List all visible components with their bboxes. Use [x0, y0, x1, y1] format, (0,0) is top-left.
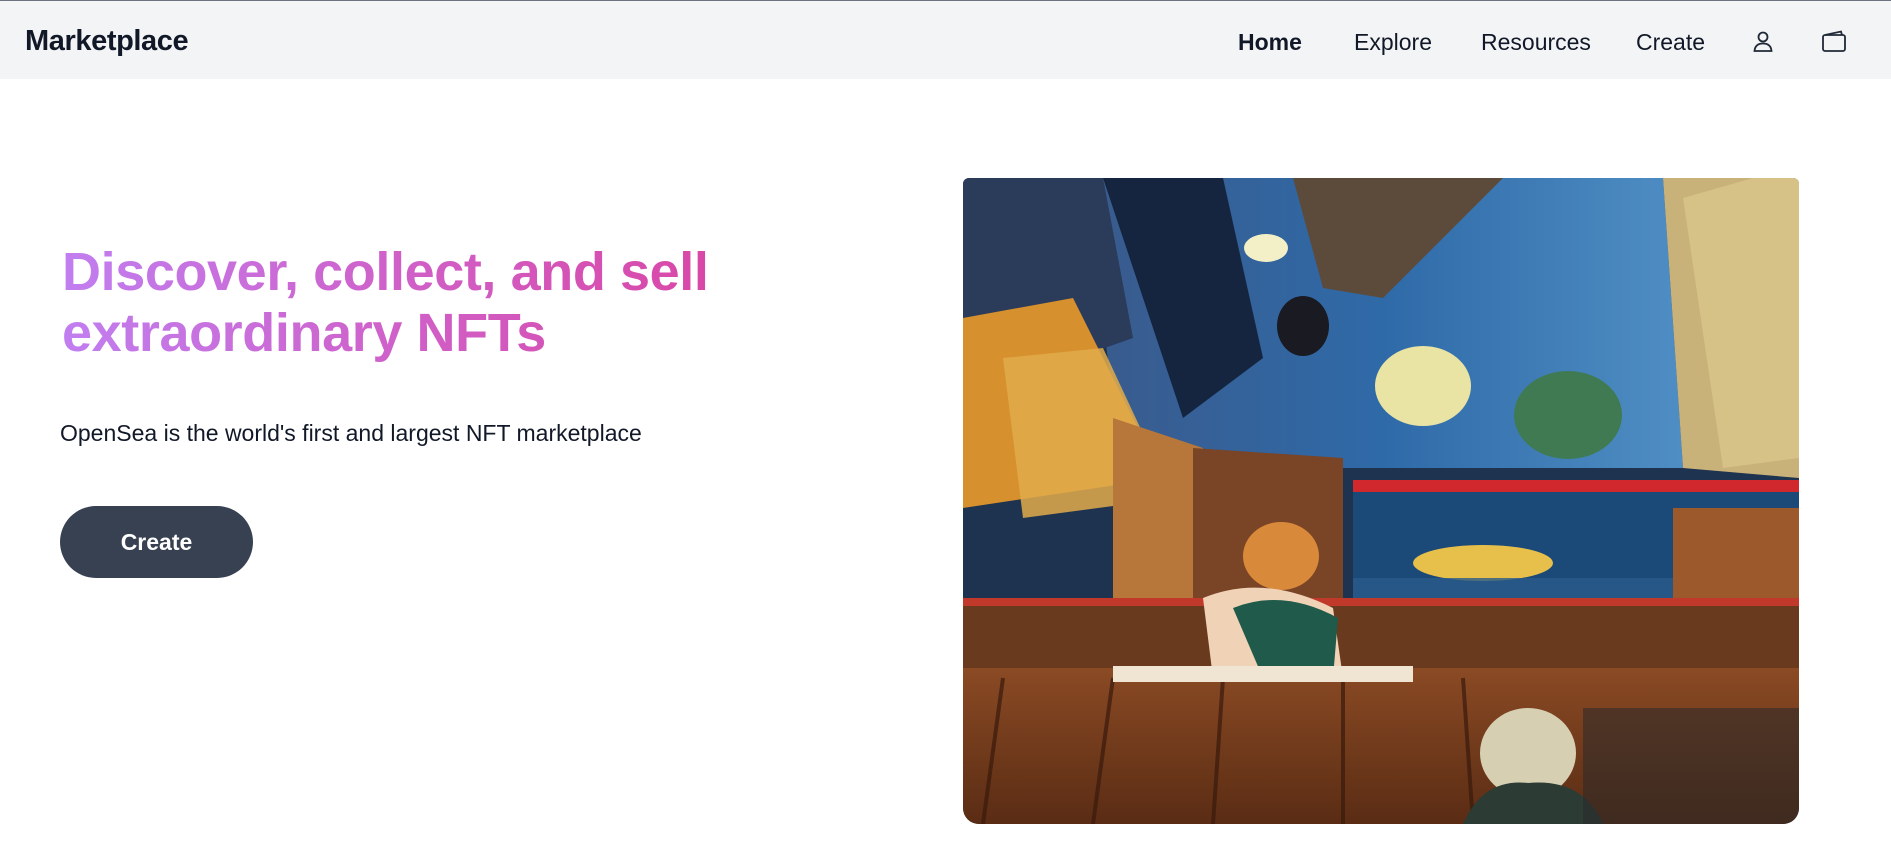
brand-logo-text[interactable]: Marketplace [25, 25, 189, 58]
hero-nft-image[interactable] [963, 178, 1799, 824]
wallet-icon[interactable] [1821, 29, 1847, 55]
navbar: Marketplace Home Explore Resources Creat… [0, 1, 1891, 79]
nav-link-home[interactable]: Home [1238, 29, 1302, 56]
nav-link-resources[interactable]: Resources [1481, 29, 1591, 56]
create-button[interactable]: Create [60, 506, 253, 578]
nav-link-create[interactable]: Create [1636, 29, 1705, 56]
hero-title: Discover, collect, and sell extraordinar… [62, 242, 822, 364]
user-icon[interactable] [1750, 29, 1776, 55]
nav-link-explore[interactable]: Explore [1354, 29, 1432, 56]
hero-subtitle: OpenSea is the world's first and largest… [60, 420, 642, 446]
